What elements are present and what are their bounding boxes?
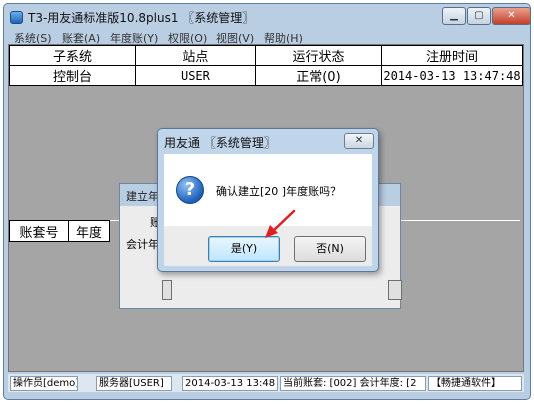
background-dialog-button[interactable] [162,280,172,300]
red-arrow-icon [265,209,296,238]
title-bar[interactable]: T3-用友通标准版10.8plus1 〖系统管理〗 ▁ ▢ ✕ [4,4,531,30]
question-icon: ? [176,176,204,204]
cell-status: 正常(0) [254,65,383,86]
header-site: 站点 [134,45,256,66]
cell-site: USER [134,65,256,86]
maximize-button[interactable]: ▢ [467,7,491,25]
status-bar: 操作员[demo] 服务器[USER] 2014-03-13 13:48 当前账… [8,374,524,392]
status-server: 服务器[USER] [96,376,172,391]
background-dialog-button-right[interactable] [388,280,402,300]
app-icon [10,11,23,24]
status-operator: 操作员[demo] [10,376,78,391]
menu-bar: 系统(S) 账套(A) 年度账(Y) 权限(O) 视图(V) 帮助(H) [8,29,528,45]
status-datetime: 2014-03-13 13:48 [182,376,278,391]
window-title: T3-用友通标准版10.8plus1 〖系统管理〗 [28,11,255,25]
header-account-no: 账套号 [9,220,69,242]
status-brand: 【畅捷通软件】 [428,376,522,391]
minimize-button[interactable]: ▁ [442,7,466,25]
header-year: 年度 [68,220,110,242]
table-header-row: 子系统 站点 运行状态 注册时间 [9,45,523,66]
status-current-account: 当前账套: [002] 会计年度: [2 [280,376,426,391]
no-button[interactable]: 否(N) [294,236,366,262]
close-button[interactable]: ✕ [492,7,531,25]
confirm-message: 确认建立[20 ]年度账吗？ [216,185,342,198]
header-register-time: 注册时间 [381,45,523,66]
dialog-close-button[interactable]: ✕ [344,133,374,149]
confirm-dialog: 用友通 〖系统管理〗 ✕ ? 确认建立[20 ]年度账吗？ 是(Y) 否(N) [157,128,379,272]
header-status: 运行状态 [254,45,383,66]
table-row[interactable]: 控制台 USER 正常(0) 2014-03-13 13:47:48 [9,65,523,86]
subsystem-table: 子系统 站点 运行状态 注册时间 控制台 USER 正常(0) 2014-03-… [9,45,523,86]
cell-subsystem: 控制台 [9,65,136,86]
confirm-dialog-title: 用友通 〖系统管理〗 [164,136,276,150]
header-subsystem: 子系统 [9,45,136,66]
cell-register-time: 2014-03-13 13:47:48 [381,65,523,86]
